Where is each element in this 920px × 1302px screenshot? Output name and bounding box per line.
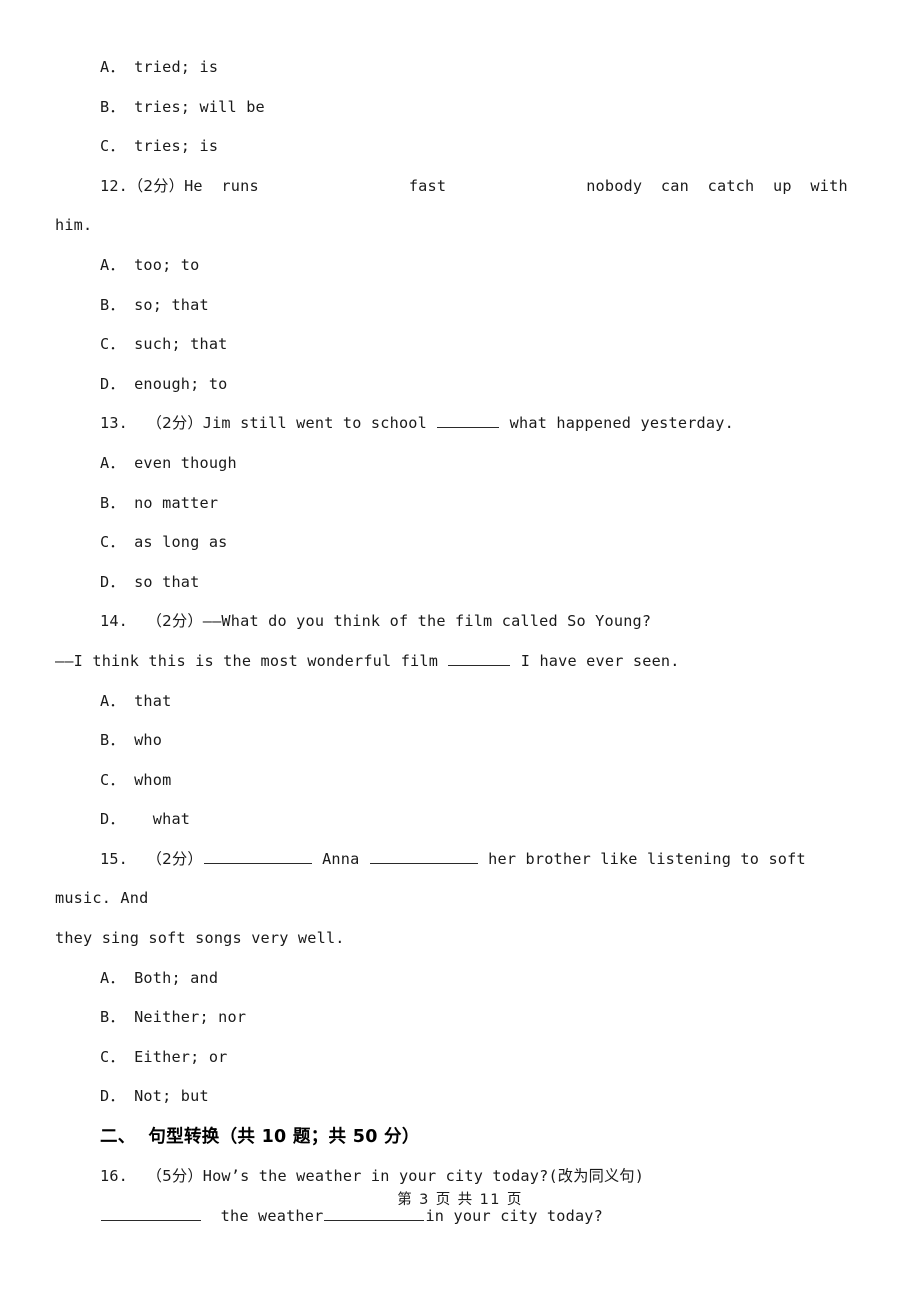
section-heading: 二、 句型转换（共 10 题；共 50 分） <box>100 1127 420 1148</box>
option-item: D． so that <box>100 572 200 591</box>
option-item: C． Either; or <box>100 1047 228 1066</box>
question-14-answer-blank <box>448 652 511 666</box>
option-item: C． whom <box>100 770 172 789</box>
option-item: A． tried; is <box>100 58 219 76</box>
question-15-text-mid: Anna <box>312 849 369 868</box>
option-item: D． Not; but <box>100 1087 209 1106</box>
question-16-score: （5分） <box>146 1167 203 1186</box>
question-12-score: （2分） <box>128 176 185 195</box>
question-14-text-line2-before: ——I think this is the most wonderful fil… <box>55 651 448 670</box>
question-16-number: 16. <box>100 1167 129 1186</box>
question-13-number: 13. <box>100 414 129 433</box>
option-item: C． such; that <box>100 335 228 354</box>
document-page: A． tried; is B． tries; will be C． tries;… <box>0 0 920 1302</box>
question-13-score: （2分） <box>146 414 203 433</box>
option-item: A． that <box>100 691 172 710</box>
page-footer: 第 3 页 共 11 页 <box>397 1192 523 1208</box>
option-item: A． Both; and <box>100 968 219 987</box>
option-item: D． what <box>100 810 191 829</box>
question-16-answer-after: in your city today? <box>425 1206 603 1225</box>
question-15-stem: 15. （2分） Anna her brother like listening… <box>55 840 865 919</box>
option-item: C． tries; is <box>100 137 219 156</box>
option-item: C． as long as <box>100 533 228 552</box>
question-15-answer-blank-2 <box>369 850 478 864</box>
option-item: B． Neither; nor <box>100 1008 247 1027</box>
question-13-answer-blank <box>437 414 500 429</box>
question-15-score: （2分） <box>146 849 203 868</box>
question-14-text-line1: ——What do you think of the film called S… <box>202 612 652 631</box>
option-item: A． even though <box>100 453 237 472</box>
question-12-stem: 12.（2分）He runs fast nobody can catch up wi… <box>55 167 865 207</box>
question-12-text-3: nobody can catch up with <box>586 176 848 195</box>
option-item: D． enough; to <box>100 374 228 393</box>
option-item: B． so; that <box>100 295 209 314</box>
question-13-text-after: what happened yesterday. <box>500 414 734 433</box>
question-15-number: 15. <box>100 849 129 868</box>
option-item: A． too; to <box>100 255 200 274</box>
option-item: B． no matter <box>100 493 219 512</box>
option-item: B． tries; will be <box>100 97 265 116</box>
question-12-text-2: fast <box>408 176 447 195</box>
question-14-stem-line1: 14. （2分）——What do you think of the film … <box>55 602 865 642</box>
question-13-stem: 13. （2分）Jim still went to school what ha… <box>55 404 865 444</box>
option-item: B． who <box>100 731 163 750</box>
question-12-number: 12. <box>100 176 129 195</box>
question-12-text-1: He runs <box>184 176 259 195</box>
question-12-stem-continuation: him. <box>55 216 93 235</box>
question-16-text: How’s the weather in your city today?(改为… <box>202 1167 645 1186</box>
question-16-answer-mid: the weather <box>202 1206 324 1225</box>
question-14-stem-line2: ——I think this is the most wonderful fil… <box>55 642 865 682</box>
question-14-score: （2分） <box>146 612 203 631</box>
question-14-text-line2-after: I have ever seen. <box>511 651 680 670</box>
question-14-number: 14. <box>100 612 129 631</box>
question-15-stem-continuation: they sing soft songs very well. <box>55 929 345 948</box>
question-15-answer-blank-1 <box>203 850 312 864</box>
question-13-text-before: Jim still went to school <box>202 414 437 433</box>
